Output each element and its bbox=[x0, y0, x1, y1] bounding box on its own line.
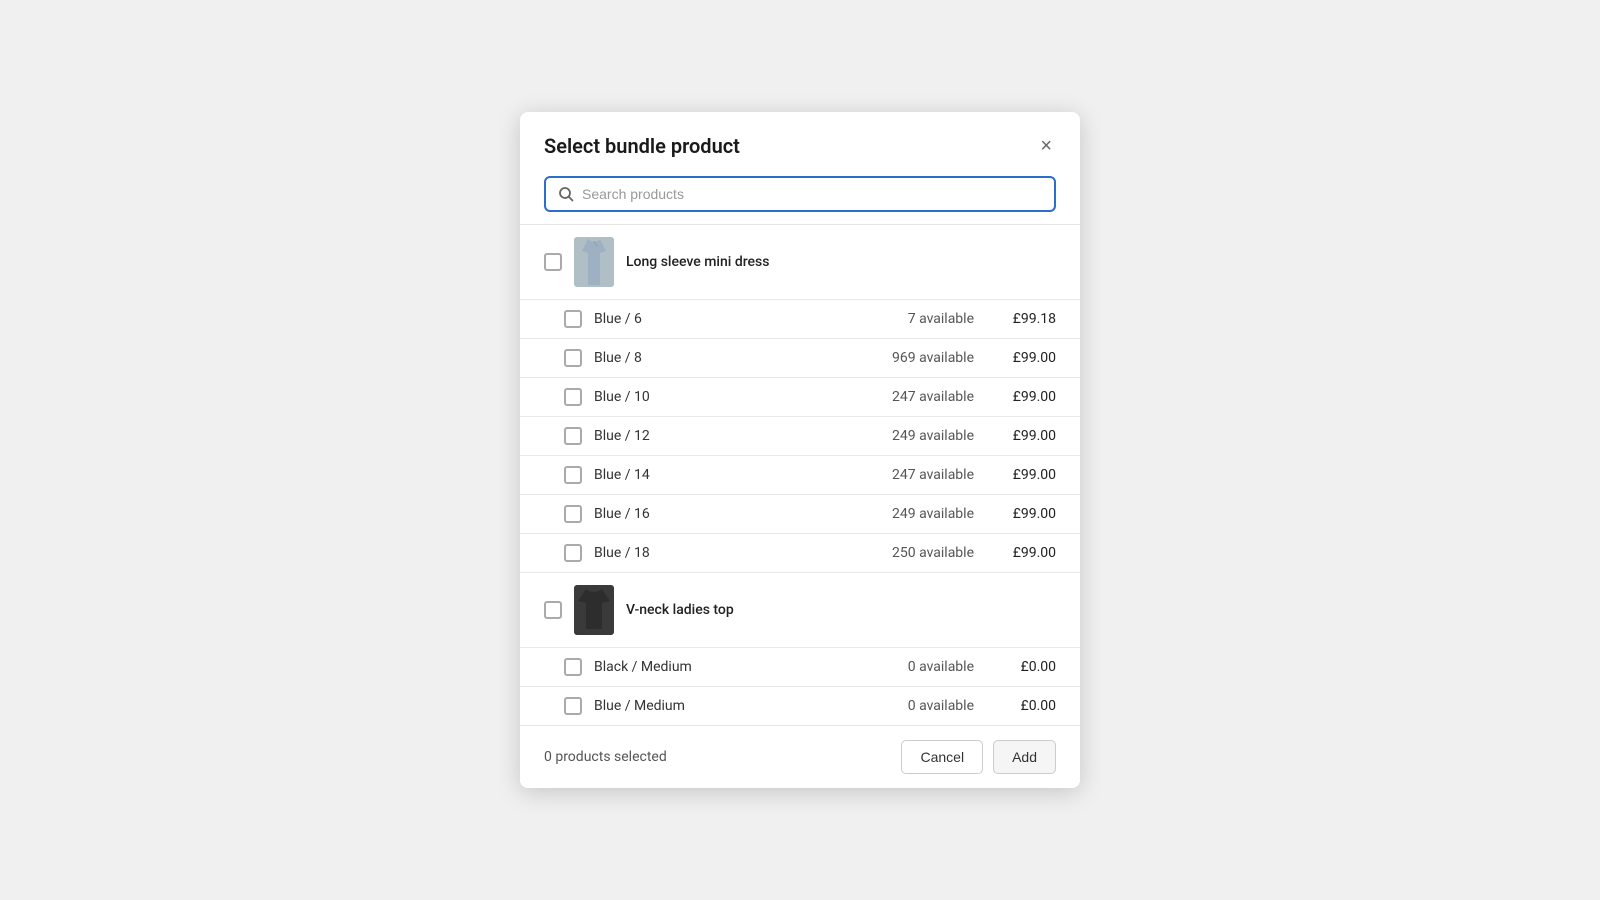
variant-name: Blue / 12 bbox=[594, 428, 852, 444]
variant-row: Blue / 14 247 available £99.00 bbox=[520, 456, 1080, 495]
variant-price: £99.00 bbox=[986, 467, 1056, 483]
variant-price: £0.00 bbox=[986, 659, 1056, 675]
modal: Select bundle product × Long sleeve bbox=[520, 112, 1080, 788]
product-header-row: Long sleeve mini dress bbox=[520, 225, 1080, 300]
add-button[interactable]: Add bbox=[993, 740, 1056, 774]
variant-name: Blue / 18 bbox=[594, 545, 852, 561]
variant-name: Blue / 6 bbox=[594, 311, 852, 327]
product-thumbnail bbox=[574, 585, 614, 635]
product-checkbox[interactable] bbox=[544, 253, 562, 271]
variant-name: Blue / Medium bbox=[594, 698, 852, 714]
variant-checkbox[interactable] bbox=[564, 310, 582, 328]
variant-row: Black / Medium 0 available £0.00 bbox=[520, 648, 1080, 687]
variant-availability: 247 available bbox=[864, 389, 974, 405]
variant-price: £99.18 bbox=[986, 311, 1056, 327]
variant-availability: 969 available bbox=[864, 350, 974, 366]
product-thumbnail bbox=[574, 237, 614, 287]
variant-checkbox[interactable] bbox=[564, 466, 582, 484]
variant-availability: 249 available bbox=[864, 428, 974, 444]
modal-footer: 0 products selected Cancel Add bbox=[520, 725, 1080, 788]
variant-availability: 0 available bbox=[864, 659, 974, 675]
variant-name: Blue / 16 bbox=[594, 506, 852, 522]
search-input-wrapper bbox=[544, 176, 1056, 212]
product-header-row: V-neck ladies top bbox=[520, 573, 1080, 648]
variant-row: Blue / 6 7 available £99.18 bbox=[520, 300, 1080, 339]
variant-checkbox[interactable] bbox=[564, 349, 582, 367]
variant-price: £99.00 bbox=[986, 350, 1056, 366]
variant-checkbox[interactable] bbox=[564, 388, 582, 406]
variant-availability: 7 available bbox=[864, 311, 974, 327]
product-list: Long sleeve mini dress Blue / 6 7 availabl… bbox=[520, 224, 1080, 725]
variant-name: Blue / 8 bbox=[594, 350, 852, 366]
variant-row: Blue / 16 249 available £99.00 bbox=[520, 495, 1080, 534]
search-container bbox=[520, 176, 1080, 224]
variant-availability: 0 available bbox=[864, 698, 974, 714]
variant-row: Blue / 18 250 available £99.00 bbox=[520, 534, 1080, 573]
variant-price: £99.00 bbox=[986, 428, 1056, 444]
selected-count: 0 products selected bbox=[544, 749, 667, 765]
search-icon bbox=[558, 186, 574, 202]
variant-checkbox[interactable] bbox=[564, 544, 582, 562]
product-checkbox[interactable] bbox=[544, 601, 562, 619]
variant-name: Black / Medium bbox=[594, 659, 852, 675]
variant-name: Blue / 10 bbox=[594, 389, 852, 405]
variant-price: £0.00 bbox=[986, 698, 1056, 714]
variant-checkbox[interactable] bbox=[564, 697, 582, 715]
variant-row: Blue / 10 247 available £99.00 bbox=[520, 378, 1080, 417]
variant-row: Blue / 12 249 available £99.00 bbox=[520, 417, 1080, 456]
modal-title: Select bundle product bbox=[544, 134, 740, 158]
product-name: V-neck ladies top bbox=[626, 602, 1056, 618]
product-name: Long sleeve mini dress bbox=[626, 254, 1056, 270]
variant-checkbox[interactable] bbox=[564, 505, 582, 523]
variant-checkbox[interactable] bbox=[564, 427, 582, 445]
footer-buttons: Cancel Add bbox=[901, 740, 1056, 774]
variant-price: £99.00 bbox=[986, 389, 1056, 405]
modal-header: Select bundle product × bbox=[520, 112, 1080, 176]
variant-availability: 247 available bbox=[864, 467, 974, 483]
variant-availability: 249 available bbox=[864, 506, 974, 522]
variant-price: £99.00 bbox=[986, 506, 1056, 522]
modal-overlay: Select bundle product × Long sleeve bbox=[0, 0, 1600, 900]
variant-availability: 250 available bbox=[864, 545, 974, 561]
close-button[interactable]: × bbox=[1036, 132, 1056, 160]
variant-row: Blue / 8 969 available £99.00 bbox=[520, 339, 1080, 378]
variant-name: Blue / 14 bbox=[594, 467, 852, 483]
search-input[interactable] bbox=[582, 186, 1042, 202]
variant-row: Blue / Medium 0 available £0.00 bbox=[520, 687, 1080, 725]
cancel-button[interactable]: Cancel bbox=[901, 740, 983, 774]
variant-checkbox[interactable] bbox=[564, 658, 582, 676]
variant-price: £99.00 bbox=[986, 545, 1056, 561]
